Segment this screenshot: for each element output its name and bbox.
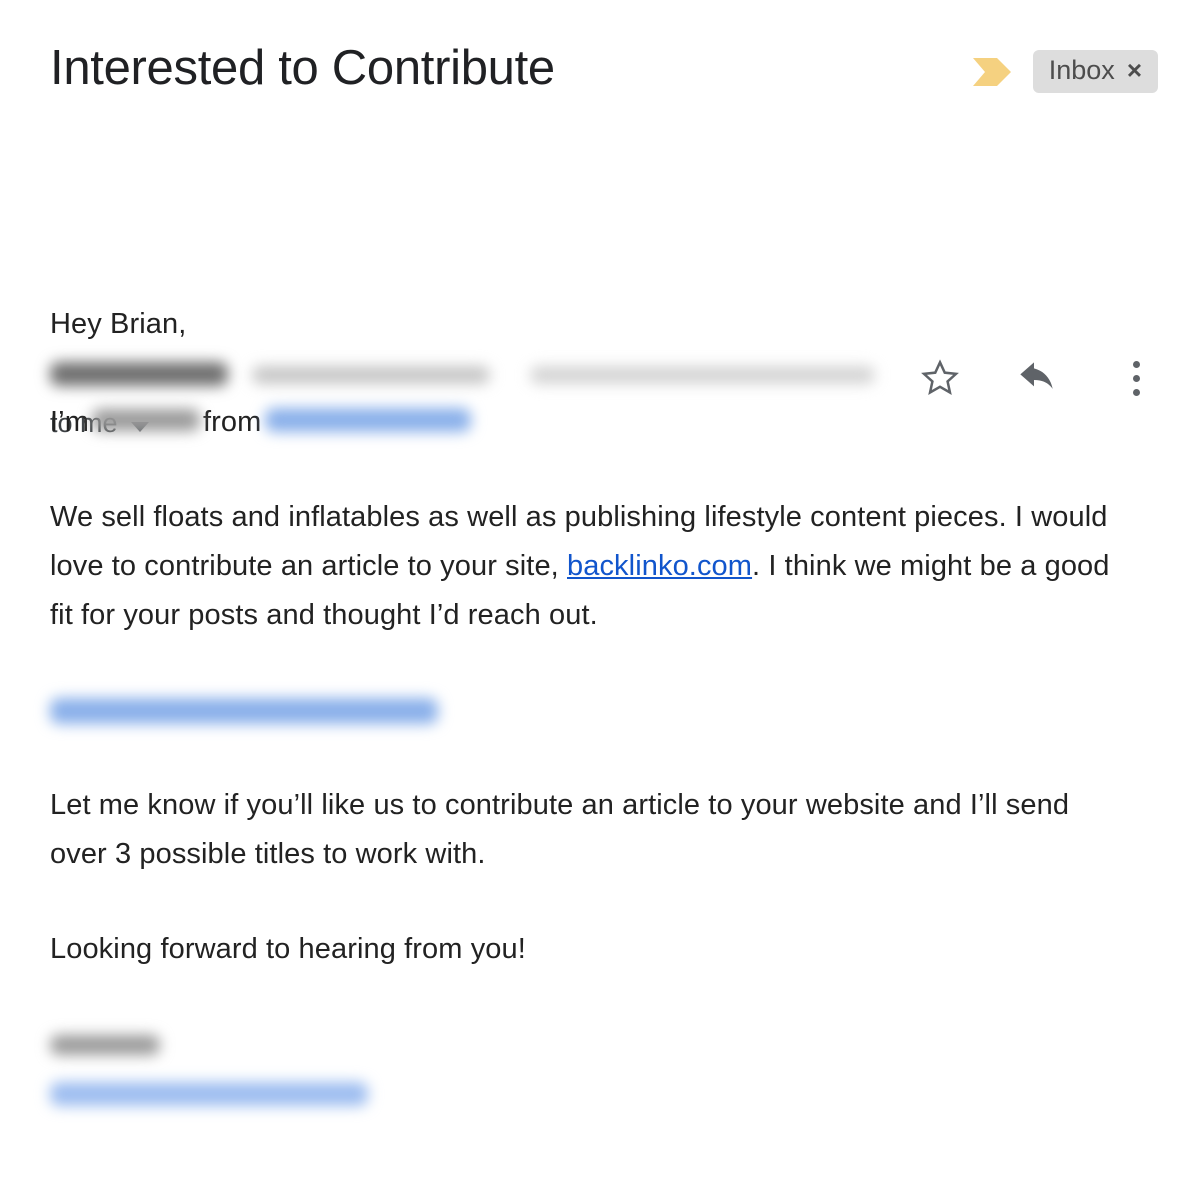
kebab-dot bbox=[1133, 389, 1140, 396]
more-vertical-icon[interactable] bbox=[1114, 356, 1158, 400]
intro-prefix: I’m bbox=[50, 406, 89, 438]
kebab-dot bbox=[1133, 375, 1140, 382]
spacer bbox=[50, 735, 1120, 781]
paragraph-pitch: We sell floats and inflatables as well a… bbox=[50, 493, 1120, 640]
importance-marker-icon[interactable] bbox=[971, 55, 1015, 89]
spacer bbox=[50, 349, 1120, 398]
email-body: Hey Brian, I’m from We sell floats and in… bbox=[50, 300, 1120, 1118]
paragraph-closing: Looking forward to hearing from you! bbox=[50, 925, 1120, 974]
redacted-url-line bbox=[50, 686, 1120, 735]
kebab-dot bbox=[1133, 361, 1140, 368]
page-title: Interested to Contribute bbox=[50, 40, 555, 96]
label-chip-inbox[interactable]: Inbox × bbox=[1033, 50, 1158, 93]
greeting-line: Hey Brian, bbox=[50, 300, 1120, 349]
paragraph-offer: Let me know if you’ll like us to contrib… bbox=[50, 781, 1120, 879]
intro-name-redacted bbox=[92, 409, 200, 431]
email-subject-row: Interested to Contribute Inbox × bbox=[0, 0, 1200, 150]
subject-right-group: Inbox × bbox=[971, 50, 1158, 93]
email-meta-row: to me bbox=[0, 170, 1200, 280]
label-chip-text: Inbox bbox=[1049, 57, 1115, 84]
kebab-dots bbox=[1132, 361, 1140, 396]
signature-name-line bbox=[50, 1020, 1120, 1069]
spacer bbox=[50, 879, 1120, 925]
spacer bbox=[50, 974, 1120, 1020]
signature-url-redacted-link[interactable] bbox=[50, 1082, 368, 1106]
spacer bbox=[50, 447, 1120, 493]
backlinko-link[interactable]: backlinko.com bbox=[567, 550, 752, 582]
intro-domain-redacted-link[interactable] bbox=[265, 408, 471, 432]
spacer bbox=[50, 640, 1120, 686]
intro-line: I’m from bbox=[50, 398, 1120, 447]
signature-name-redacted bbox=[50, 1035, 160, 1055]
close-icon[interactable]: × bbox=[1127, 57, 1142, 83]
body-url-redacted-link[interactable] bbox=[50, 698, 438, 724]
signature-url-line bbox=[50, 1069, 1120, 1118]
intro-middle: from bbox=[203, 406, 261, 438]
